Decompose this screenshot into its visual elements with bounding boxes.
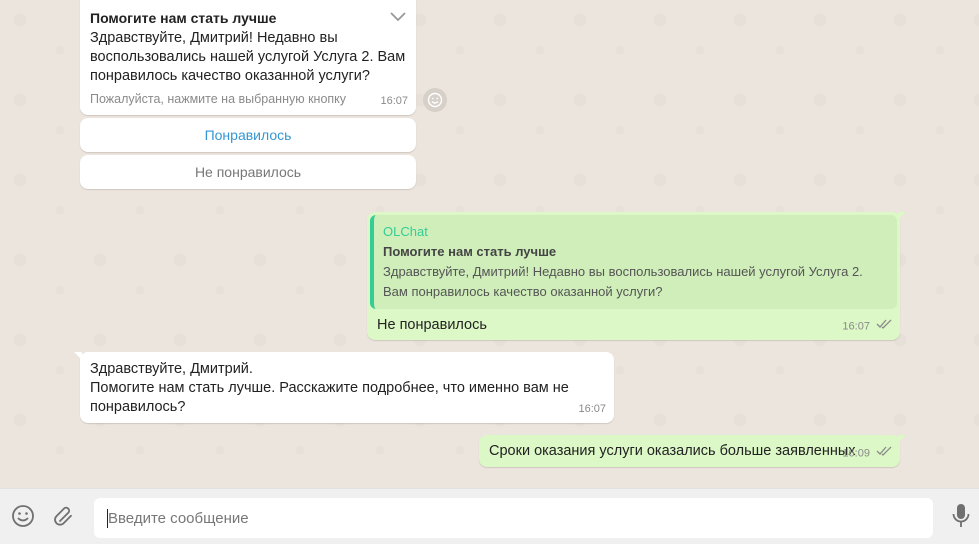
message-time: 16:07 xyxy=(842,320,870,332)
paperclip-icon[interactable] xyxy=(51,503,77,529)
emoji-icon[interactable] xyxy=(10,503,36,529)
message-time: 16:07 xyxy=(380,95,408,107)
quoted-message[interactable]: OLChat Помогите нам стать лучше Здравств… xyxy=(370,215,897,309)
outgoing-message: Сроки оказания услуги оказались больше з… xyxy=(479,435,906,467)
survey-title: Помогите нам стать лучше xyxy=(90,10,277,26)
chevron-down-icon[interactable] xyxy=(390,9,406,28)
survey-message: Помогите нам стать лучше Здравствуйте, Д… xyxy=(80,0,416,115)
message-time-status: 16:09 xyxy=(842,444,892,463)
message-time: 16:09 xyxy=(842,447,870,459)
quote-text: Здравствуйте, Дмитрий! Недавно вы воспол… xyxy=(383,264,863,299)
message-line: Здравствуйте, Дмитрий. xyxy=(90,361,253,377)
smiley-icon[interactable] xyxy=(423,88,447,112)
chat-area: Помогите нам стать лучше Здравствуйте, Д… xyxy=(0,0,979,488)
quote-sender: OLChat xyxy=(383,224,428,239)
message-composer xyxy=(0,488,979,544)
double-check-icon xyxy=(876,444,892,463)
message-time: 16:07 xyxy=(578,403,606,415)
quote-title: Помогите нам стать лучше xyxy=(383,244,557,259)
message-text: Сроки оказания услуги оказались больше з… xyxy=(489,443,856,459)
reply-text: Не понравилось xyxy=(377,317,487,333)
survey-hint: Пожалуйста, нажмите на выбранную кнопку xyxy=(90,92,347,106)
message-input[interactable] xyxy=(94,498,933,538)
survey-body: Здравствуйте, Дмитрий! Недавно вы воспол… xyxy=(90,30,406,84)
message-time-status: 16:07 xyxy=(842,317,892,336)
incoming-message: Здравствуйте, Дмитрий. Помогите нам стат… xyxy=(74,352,614,423)
message-line: Помогите нам стать лучше. Расскажите под… xyxy=(90,380,569,415)
double-check-icon xyxy=(876,317,892,336)
reply-message: OLChat Помогите нам стать лучше Здравств… xyxy=(367,212,906,340)
microphone-icon[interactable] xyxy=(948,503,974,529)
disliked-button[interactable]: Не понравилось xyxy=(80,155,416,189)
text-caret xyxy=(107,509,108,528)
liked-button[interactable]: Понравилось xyxy=(80,118,416,152)
